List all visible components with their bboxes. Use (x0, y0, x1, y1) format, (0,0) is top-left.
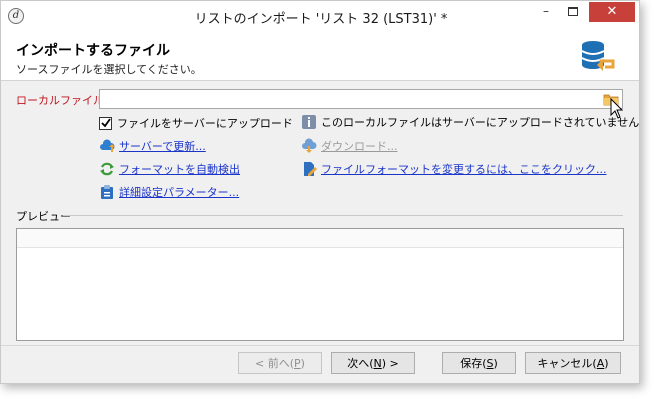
next-button-label-end: ) > (381, 357, 399, 370)
cloud-upload-icon (100, 139, 115, 152)
advanced-parameters-row[interactable]: 詳細設定パラメーター... (99, 184, 239, 200)
info-icon (302, 115, 316, 129)
save-button-label-end: ) (493, 357, 498, 370)
import-list-dialog: d リストのインポート 'リスト 32 (LST31)' * – ✕ インポート… (0, 0, 640, 384)
footer-divider (1, 345, 639, 346)
local-file-label: ローカルファイル: (16, 94, 108, 107)
clipboard-icon (101, 185, 113, 199)
local-file-input[interactable] (99, 89, 623, 109)
cancel-button[interactable]: キャンセル(A) (525, 352, 621, 374)
title-bar[interactable]: d リストのインポート 'リスト 32 (LST31)' * – ✕ (1, 1, 639, 31)
next-button-accelerator: N (373, 357, 382, 370)
download-row: ダウンロード... (301, 138, 398, 154)
next-button-label: 次へ( (347, 357, 374, 370)
preview-grid-header (17, 229, 623, 248)
change-file-format-link[interactable]: ファイルフォーマットを変更するには、ここをクリック... (321, 161, 607, 177)
preview-divider (63, 215, 623, 216)
update-on-server-link[interactable]: サーバーで更新... (119, 138, 206, 154)
page-title: インポートするファイル (16, 43, 170, 59)
database-import-icon (581, 41, 615, 71)
close-button[interactable]: ✕ (589, 2, 635, 22)
previous-button[interactable]: < 前へ(P) (238, 352, 322, 374)
save-button[interactable]: 保存(S) (442, 352, 516, 374)
cancel-button-label-end: ) (604, 357, 609, 370)
minimize-button[interactable]: – (533, 1, 559, 23)
previous-button-label-end: ) (300, 357, 305, 370)
preview-grid[interactable] (16, 228, 624, 341)
cloud-download-icon (302, 138, 317, 153)
auto-detect-format-link[interactable]: フォーマットを自動検出 (119, 161, 240, 177)
page-subtitle: ソースファイルを選択してください。 (16, 63, 202, 76)
update-on-server-row[interactable]: サーバーで更新... (99, 138, 206, 154)
save-button-label: 保存( (460, 357, 487, 370)
window-title: リストのインポート 'リスト 32 (LST31)' * (194, 12, 448, 27)
upload-status-info: このローカルファイルはサーバーにアップロードされていません (301, 114, 639, 130)
next-button[interactable]: 次へ(N) > (331, 352, 415, 374)
download-link: ダウンロード... (321, 140, 398, 153)
upload-to-server-option[interactable]: ファイルをサーバーにアップロード (99, 115, 293, 131)
upload-checkbox-label: ファイルをサーバーにアップロード (117, 117, 293, 130)
wizard-header: インポートするファイル ソースファイルを選択してください。 (1, 31, 639, 81)
refresh-icon (100, 162, 114, 176)
previous-button-accelerator: P (294, 357, 301, 370)
previous-button-label: < 前へ( (255, 357, 295, 370)
preview-label: プレビュー (16, 210, 71, 223)
maximize-icon (568, 7, 578, 16)
maximize-button[interactable] (559, 1, 587, 23)
app-icon: d (8, 8, 24, 24)
auto-detect-format-row[interactable]: フォーマットを自動検出 (99, 161, 240, 177)
change-file-format-row[interactable]: ファイルフォーマットを変更するには、ここをクリック... (301, 161, 607, 177)
checkmark-icon (100, 118, 111, 128)
upload-checkbox[interactable] (99, 116, 112, 130)
cancel-button-label: キャンセル( (537, 357, 597, 370)
advanced-parameters-link[interactable]: 詳細設定パラメーター... (119, 184, 239, 200)
edit-document-icon (304, 162, 317, 176)
upload-status-text: このローカルファイルはサーバーにアップロードされていません (321, 116, 640, 129)
